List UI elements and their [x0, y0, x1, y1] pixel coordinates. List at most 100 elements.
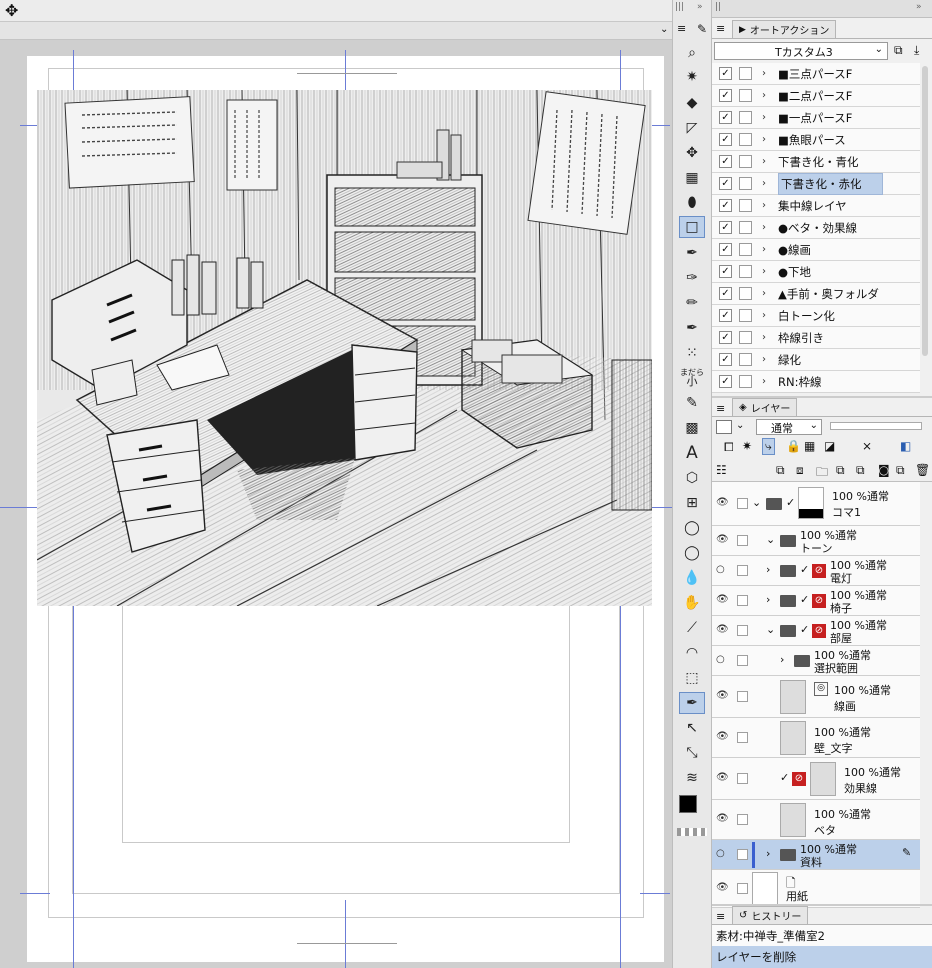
- chevron-right-icon[interactable]: ›: [762, 112, 772, 123]
- autoaction-item[interactable]: ✓ › ■二点パースF: [712, 85, 920, 107]
- lock-checkbox[interactable]: [737, 773, 748, 784]
- lock-checkbox[interactable]: [737, 625, 748, 636]
- chevron-right-icon[interactable]: ›: [762, 222, 772, 233]
- autoaction-item[interactable]: ✓ › 緑化: [712, 349, 920, 371]
- balloon-icon[interactable]: ◯: [679, 517, 705, 539]
- pattern-icon[interactable]: ▩: [679, 417, 705, 439]
- gradient-icon[interactable]: ▦: [679, 167, 705, 189]
- chevron-right-icon[interactable]: ›: [762, 200, 772, 211]
- layer-row[interactable]: 👁 ⌄ 100 %通常 トーン: [712, 526, 920, 556]
- main-color-swatch[interactable]: [679, 795, 697, 813]
- layer-row[interactable]: ○ › ✓ ⊘ 100 %通常 電灯: [712, 556, 920, 586]
- blend-mode-select[interactable]: 通常 ⌄: [756, 419, 822, 435]
- eye-icon[interactable]: 👁: [716, 594, 729, 605]
- chevron-right-icon[interactable]: ›: [762, 332, 772, 343]
- pen-icon[interactable]: ✒: [679, 242, 705, 264]
- layer-row[interactable]: ○ › 100 %通常 選択範囲: [712, 646, 920, 676]
- checkbox[interactable]: ✓: [719, 309, 732, 322]
- lock-checkbox[interactable]: [737, 655, 748, 666]
- select-icon[interactable]: ⬚: [679, 667, 705, 689]
- layer-row[interactable]: 👁 ⌄ ✓ ⊘ 100 %通常 部屋: [712, 616, 920, 646]
- tab-autoaction[interactable]: ▶ オートアクション: [732, 20, 837, 38]
- ink-pen-icon[interactable]: ✒: [679, 317, 705, 339]
- chevron-right-icon[interactable]: ›: [762, 354, 772, 365]
- eye-icon[interactable]: 👁: [716, 534, 729, 545]
- lock-checkbox[interactable]: [737, 498, 748, 509]
- chevron-right-icon[interactable]: ›: [762, 134, 772, 145]
- dialog-toggle[interactable]: [739, 67, 752, 80]
- ruler-visibility-icon[interactable]: ⨯: [862, 439, 872, 453]
- move-icon[interactable]: ✥: [5, 1, 18, 20]
- mask-icon[interactable]: ◪: [824, 439, 835, 453]
- pen-tab-icon[interactable]: ✎: [697, 22, 707, 36]
- chevron-down-icon[interactable]: ⌄: [752, 496, 761, 509]
- menu-icon[interactable]: ≡: [716, 910, 725, 923]
- eye-icon[interactable]: 👁: [716, 813, 729, 824]
- airbrush-icon[interactable]: ⁙: [679, 342, 705, 364]
- dialog-toggle[interactable]: [739, 353, 752, 366]
- sparkle-icon[interactable]: ✷: [679, 66, 705, 88]
- chevron-right-icon[interactable]: ›: [762, 376, 772, 387]
- panel-grip-icon[interactable]: |||: [675, 2, 684, 12]
- text-icon[interactable]: A: [679, 442, 705, 464]
- layer-row[interactable]: 👁 🗋 用紙: [712, 870, 920, 908]
- chevron-right-icon[interactable]: ›: [762, 244, 772, 255]
- tab-history[interactable]: ↺ ヒストリー: [732, 906, 809, 924]
- autoaction-item[interactable]: ✓ › 枠線引き: [712, 327, 920, 349]
- tab-layer[interactable]: ◈ レイヤー: [732, 398, 798, 416]
- chevron-right-icon[interactable]: ›: [762, 288, 772, 299]
- checkbox[interactable]: ✓: [719, 133, 732, 146]
- dialog-toggle[interactable]: [739, 375, 752, 388]
- new-folder-icon[interactable]: 🗀: [816, 463, 828, 484]
- lock-checkbox[interactable]: [737, 814, 748, 825]
- layer-row[interactable]: 👁 ◎ 100 %通常 線画: [712, 676, 920, 718]
- autoaction-item[interactable]: ✓ › ■魚眼パース: [712, 129, 920, 151]
- chevron-down-icon[interactable]: ⌄: [660, 24, 668, 35]
- layer-row[interactable]: 👁 100 %通常 ベタ: [712, 800, 920, 840]
- transfer-down-icon[interactable]: ⧉: [836, 463, 845, 478]
- layer-row[interactable]: 👁 ✓ ⊘ 100 %通常 効果線: [712, 758, 920, 800]
- autoaction-item[interactable]: ✓ › RN:枠線: [712, 371, 920, 393]
- checkbox[interactable]: ✓: [719, 89, 732, 102]
- dialog-toggle[interactable]: [739, 287, 752, 300]
- lock-checkbox[interactable]: [737, 849, 748, 860]
- layer-row[interactable]: 👁 ⌄ ✓ 100 %通常 コマ1: [712, 482, 920, 526]
- autoaction-set-select[interactable]: Tカスタム3 ⌄: [714, 42, 888, 60]
- pencil-icon[interactable]: ✏: [679, 292, 705, 314]
- lock-checkbox[interactable]: [737, 535, 748, 546]
- dialog-toggle[interactable]: [739, 177, 752, 190]
- chevron-right-icon[interactable]: ›: [762, 90, 772, 101]
- history-item[interactable]: 素材:中禅寺_準備室2: [712, 924, 932, 946]
- duplicate-icon[interactable]: ⧉: [894, 43, 903, 58]
- layer-color-mode-icon[interactable]: ◧: [900, 439, 911, 453]
- autoaction-item[interactable]: ✓ › ●下地: [712, 261, 920, 283]
- checkbox[interactable]: ✓: [719, 287, 732, 300]
- dialog-toggle[interactable]: [739, 243, 752, 256]
- checkbox[interactable]: ✓: [719, 375, 732, 388]
- autoaction-item[interactable]: ✓ › ■三点パースF: [712, 63, 920, 85]
- autoaction-item[interactable]: ✓ › 下書き化・赤化: [712, 172, 920, 195]
- autoaction-item[interactable]: ✓ › ●ベタ・効果線: [712, 217, 920, 239]
- merge-down-icon[interactable]: ⧉: [856, 463, 865, 478]
- move-layer-icon[interactable]: ✥: [679, 142, 705, 164]
- fill-icon[interactable]: ◆: [679, 92, 705, 114]
- checkbox[interactable]: ✓: [719, 67, 732, 80]
- dialog-toggle[interactable]: [739, 265, 752, 278]
- chevron-right-icon[interactable]: ›: [766, 593, 770, 606]
- correct-line-icon[interactable]: ≋: [679, 767, 705, 789]
- eye-icon[interactable]: 👁: [716, 731, 729, 742]
- ruler-icon[interactable]: ⟋: [679, 617, 705, 639]
- brush-icon[interactable]: ✑: [679, 267, 705, 289]
- autoaction-item[interactable]: ✓ › ▲手前・奥フォルダ: [712, 283, 920, 305]
- layer-row[interactable]: ○ › 100 %通常 資料 ✎: [712, 840, 920, 870]
- chevron-down-icon[interactable]: ⌄: [736, 420, 744, 431]
- vector-icon[interactable]: ◸: [679, 117, 705, 139]
- eye-icon[interactable]: 👁: [716, 772, 729, 783]
- checkbox[interactable]: ✓: [719, 243, 732, 256]
- opacity-slider[interactable]: [830, 422, 922, 430]
- dialog-toggle[interactable]: [739, 199, 752, 212]
- lock-transparency-icon[interactable]: ▦: [804, 439, 815, 453]
- history-item-selected[interactable]: レイヤーを削除: [712, 946, 932, 968]
- collapse-icon[interactable]: »: [697, 2, 703, 12]
- layer-property-icon[interactable]: ☷: [716, 463, 727, 477]
